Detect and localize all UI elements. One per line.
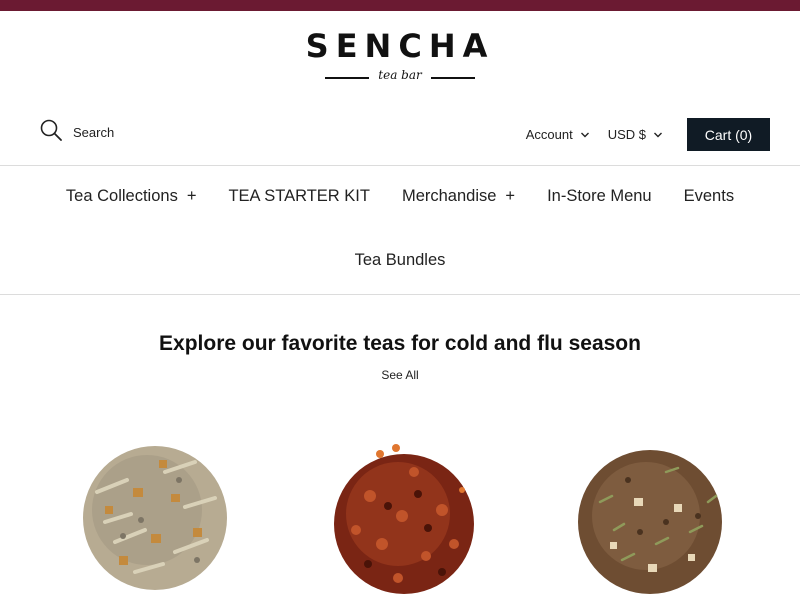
product-card[interactable]: [322, 432, 482, 600]
see-all-link[interactable]: See All: [381, 368, 418, 382]
nav-item-label: Merchandise: [401, 187, 497, 205]
rosehip-hibiscus-tea-image: [334, 444, 474, 594]
currency-label: USD $: [607, 127, 646, 142]
cart-button[interactable]: Cart (0): [687, 118, 770, 151]
nav-divider: [0, 294, 800, 295]
see-all-row: See All: [0, 368, 800, 382]
nav-item-label: Tea Bundles: [354, 251, 446, 269]
search-icon: [40, 119, 62, 146]
nav-item-merchandise[interactable]: Merchandise +: [402, 187, 515, 206]
chevron-down-icon: [580, 132, 589, 137]
tagline-rule-right: [431, 77, 475, 79]
nav-item-label: TEA STARTER KIT: [228, 187, 370, 205]
nav-item-label: In-Store Menu: [547, 187, 652, 205]
currency-selector[interactable]: USD $: [608, 127, 663, 142]
brand-tagline-row: tea bar: [325, 68, 475, 86]
product-card[interactable]: [570, 432, 730, 600]
brand-name: SENCHA: [305, 27, 495, 65]
main-nav-row-1: Tea Collections + TEA STARTER KIT Merchan…: [0, 187, 800, 206]
account-label: Account: [525, 127, 573, 142]
nav-item-tea-bundles[interactable]: Tea Bundles: [355, 251, 446, 270]
nav-item-tea-collections[interactable]: Tea Collections +: [66, 187, 197, 206]
search-toggle[interactable]: Search: [40, 119, 115, 146]
product-card[interactable]: [75, 432, 235, 600]
brand-logo[interactable]: SENCHA tea bar: [0, 28, 800, 88]
main-nav-row-2: Tea Bundles: [0, 251, 800, 270]
account-dropdown[interactable]: Account: [526, 127, 590, 142]
expand-plus-icon: +: [186, 187, 197, 205]
nav-item-label: Tea Collections: [65, 187, 178, 205]
header-utilities: Account USD $ Cart (0): [526, 118, 770, 151]
search-label: Search: [73, 124, 115, 140]
chevron-down-icon: [654, 132, 662, 137]
rooibos-tea-image: [578, 450, 722, 594]
section-title: Explore our favorite teas for cold and f…: [159, 332, 641, 355]
nav-item-in-store-menu[interactable]: In-Store Menu: [547, 187, 652, 206]
expand-plus-icon: +: [505, 187, 516, 205]
brand-tagline: tea bar: [378, 68, 422, 82]
announcement-bar: [0, 0, 800, 11]
header-divider: [0, 165, 800, 166]
nav-item-events[interactable]: Events: [684, 187, 734, 206]
nav-item-label: Events: [683, 187, 735, 205]
herbal-lemongrass-ginger-tea-image: [83, 446, 227, 590]
nav-item-tea-starter-kit[interactable]: TEA STARTER KIT: [228, 187, 370, 206]
